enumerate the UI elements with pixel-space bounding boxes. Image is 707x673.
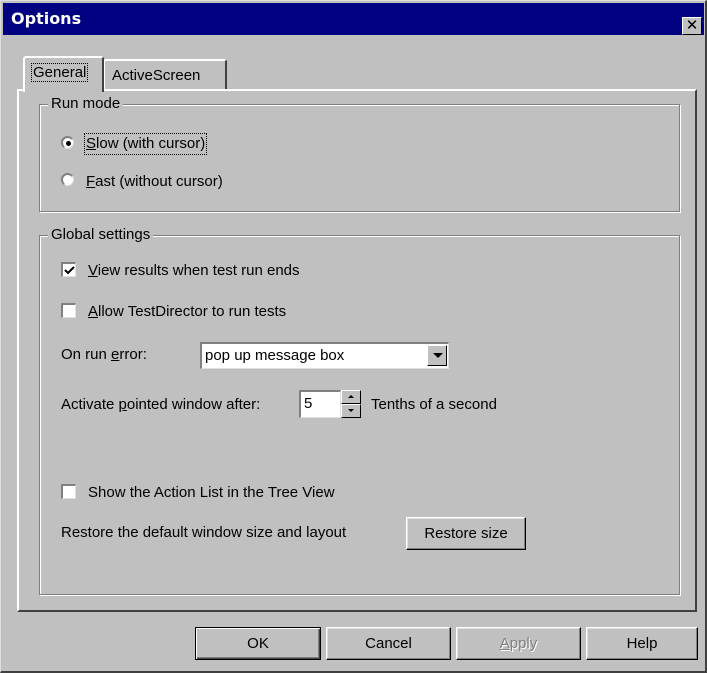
view-results-text: iew results when test run ends bbox=[97, 262, 300, 279]
radio-slow-text: low (with cursor) bbox=[96, 135, 206, 152]
mnemonic-a: A bbox=[88, 303, 99, 320]
apply-text: pply bbox=[509, 635, 538, 652]
activate-window-label: Activate pointed window after: bbox=[61, 396, 260, 414]
mnemonic-v: V bbox=[88, 262, 98, 279]
spin-up-button[interactable] bbox=[341, 390, 361, 404]
restore-layout-label: Restore the default window size and layo… bbox=[61, 524, 347, 541]
spin-down-button[interactable] bbox=[341, 404, 361, 418]
ok-button[interactable]: OK bbox=[195, 627, 321, 660]
apply-button[interactable]: Apply bbox=[456, 627, 581, 660]
cancel-text: Cancel bbox=[365, 635, 412, 652]
allow-testdirector-label[interactable]: Allow TestDirector to run tests bbox=[88, 303, 286, 321]
window-title: Options bbox=[11, 9, 82, 28]
help-text: Help bbox=[626, 635, 658, 652]
help-button[interactable]: Help bbox=[586, 627, 698, 660]
mnemonic-s: S bbox=[86, 135, 97, 152]
chevron-down-icon bbox=[433, 353, 443, 358]
on-run-error-select[interactable]: pop up message box bbox=[200, 342, 449, 369]
on-run-error-value: pop up message box bbox=[205, 347, 345, 364]
mnemonic-p: p bbox=[118, 396, 127, 413]
tab-activescreen-label: ActiveScreen bbox=[112, 67, 201, 84]
checkbox-show-action-list[interactable] bbox=[61, 484, 76, 499]
radio-fast-label[interactable]: Fast (without cursor) bbox=[86, 173, 223, 191]
activate-window-pre: Activate bbox=[61, 396, 119, 413]
view-results-label[interactable]: View results when test run ends bbox=[88, 262, 300, 280]
show-action-list-label[interactable]: Show the Action List in the Tree View bbox=[88, 484, 335, 502]
title-bar[interactable]: Options ✕ bbox=[3, 3, 704, 35]
allow-testdirector-text: llow TestDirector to run tests bbox=[98, 303, 287, 320]
run-mode-group: Run mode bbox=[39, 95, 680, 212]
cancel-button[interactable]: Cancel bbox=[326, 627, 451, 660]
radio-fast-text: ast (without cursor) bbox=[95, 173, 223, 190]
arrow-up-icon bbox=[348, 395, 354, 398]
options-dialog: Options ✕ General ActiveScreen Run mode … bbox=[0, 0, 707, 673]
activate-window-post: ointed window after: bbox=[126, 396, 261, 413]
close-button[interactable]: ✕ bbox=[682, 17, 702, 35]
run-mode-group-label: Run mode bbox=[48, 95, 124, 113]
checkbox-allow-testdirector[interactable] bbox=[61, 303, 76, 318]
arrow-down-icon bbox=[348, 409, 354, 412]
radio-slow[interactable] bbox=[61, 136, 74, 149]
checkbox-view-results[interactable] bbox=[61, 262, 76, 277]
checkmark-icon bbox=[64, 266, 75, 275]
activate-window-spinner[interactable] bbox=[341, 390, 361, 418]
activate-window-input[interactable]: 5 bbox=[299, 390, 341, 418]
ok-text: OK bbox=[247, 635, 269, 652]
mnemonic-f: F bbox=[86, 173, 96, 190]
tenths-unit-label: Tenths of a second bbox=[371, 396, 497, 413]
on-run-error-pre: On run bbox=[61, 346, 112, 363]
mnemonic-apply: A bbox=[499, 635, 510, 652]
global-settings-group-label: Global settings bbox=[48, 226, 154, 244]
radio-fast[interactable] bbox=[61, 173, 74, 186]
tab-general[interactable]: General bbox=[23, 56, 104, 92]
on-run-error-label: On run error: bbox=[61, 346, 147, 364]
tab-activescreen[interactable]: ActiveScreen bbox=[103, 59, 227, 92]
activate-window-value: 5 bbox=[304, 395, 313, 412]
on-run-error-post: rror: bbox=[119, 346, 147, 363]
restore-size-button[interactable]: Restore size bbox=[406, 517, 526, 550]
dropdown-button[interactable] bbox=[427, 345, 447, 366]
radio-slow-label[interactable]: Slow (with cursor) bbox=[83, 133, 208, 155]
tab-general-label: General bbox=[30, 63, 89, 82]
close-icon: ✕ bbox=[685, 16, 699, 34]
restore-size-text: Restore size bbox=[424, 525, 508, 542]
